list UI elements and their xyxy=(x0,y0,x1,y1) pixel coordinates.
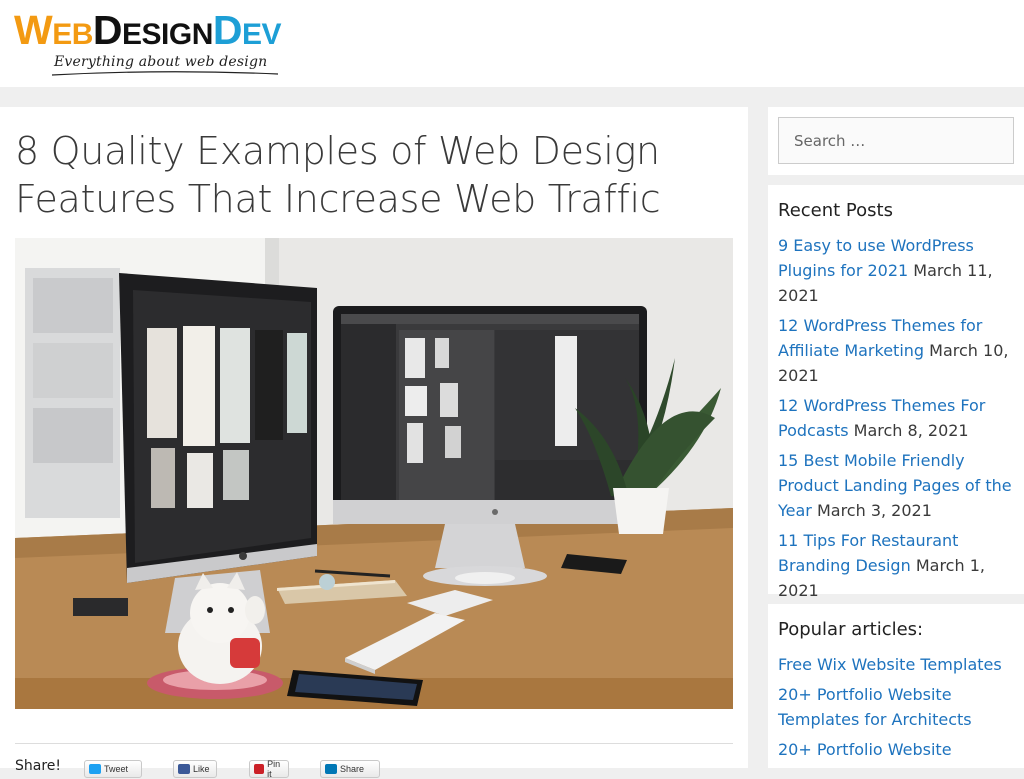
list-item: 15 Best Mobile Friendly Product Landing … xyxy=(778,448,1014,523)
list-item: 12 WordPress Themes for Affiliate Market… xyxy=(778,313,1014,388)
linkedin-share-button[interactable]: Share xyxy=(320,760,380,778)
popular-article-link[interactable]: 20+ Portfolio Website Templates for Arch… xyxy=(778,685,972,729)
pin-it-button[interactable]: Pin it xyxy=(249,759,289,779)
article-card: 8 Quality Examples of Web Design Feature… xyxy=(0,107,748,779)
list-item: 20+ Portfolio Website Templates for Arch… xyxy=(778,682,1014,732)
popular-article-link[interactable]: 20+ Portfolio Website xyxy=(778,740,952,759)
like-button[interactable]: Like xyxy=(173,760,217,778)
recent-posts-list: 9 Easy to use WordPress Plugins for 2021… xyxy=(778,233,1014,603)
logo-letters: EV xyxy=(241,18,282,51)
logo-tagline: Everything about web design xyxy=(54,54,268,70)
linkedin-icon xyxy=(325,764,337,774)
share-label: Share! xyxy=(15,758,62,774)
pin-it-label: Pin it xyxy=(267,759,281,779)
post-date: March 3, 2021 xyxy=(816,501,932,520)
tweet-label: Tweet xyxy=(104,764,129,774)
site-header: WEBDESIGNDEV Everything about web design xyxy=(0,0,1024,87)
list-item: 9 Easy to use WordPress Plugins for 2021… xyxy=(778,233,1014,308)
list-item: Free Wix Website Templates xyxy=(778,652,1014,677)
popular-articles-list: Free Wix Website Templates 20+ Portfolio… xyxy=(778,652,1014,762)
twitter-icon xyxy=(89,764,101,774)
recent-posts-title: Recent Posts xyxy=(778,200,893,221)
popular-article-link[interactable]: Free Wix Website Templates xyxy=(778,655,1002,674)
pinterest-icon xyxy=(254,764,265,774)
post-title: 8 Quality Examples of Web Design Feature… xyxy=(15,129,661,221)
logo-swoosh-icon xyxy=(51,71,279,76)
popular-articles-title: Popular articles: xyxy=(778,619,924,640)
share-divider xyxy=(15,743,733,744)
facebook-icon xyxy=(178,764,190,774)
list-item: 11 Tips For Restaurant Branding Design M… xyxy=(778,528,1014,603)
linkedin-share-label: Share xyxy=(340,764,365,774)
logo-letter: D xyxy=(212,7,243,53)
logo-letters: EB xyxy=(52,18,93,51)
search-input[interactable] xyxy=(778,117,1014,164)
site-logo[interactable]: WEBDESIGNDEV Everything about web design xyxy=(14,10,314,76)
list-item: 20+ Portfolio Website xyxy=(778,737,1014,762)
like-label: Like xyxy=(193,764,210,774)
logo-letter: W xyxy=(14,7,53,53)
logo-wordmark: WEBDESIGNDEV xyxy=(14,7,282,53)
tweet-button[interactable]: Tweet xyxy=(84,760,142,778)
recent-posts-widget: Recent Posts 9 Easy to use WordPress Plu… xyxy=(768,185,1024,600)
featured-image[interactable] xyxy=(15,238,733,709)
popular-articles-widget: Popular articles: Free Wix Website Templ… xyxy=(768,604,1024,768)
logo-letter: D xyxy=(92,7,123,53)
post-date: March 8, 2021 xyxy=(853,421,969,440)
list-item: 12 WordPress Themes For Podcasts March 8… xyxy=(778,393,1014,443)
logo-letters: ESIGN xyxy=(122,18,213,51)
search-widget xyxy=(768,107,1024,175)
